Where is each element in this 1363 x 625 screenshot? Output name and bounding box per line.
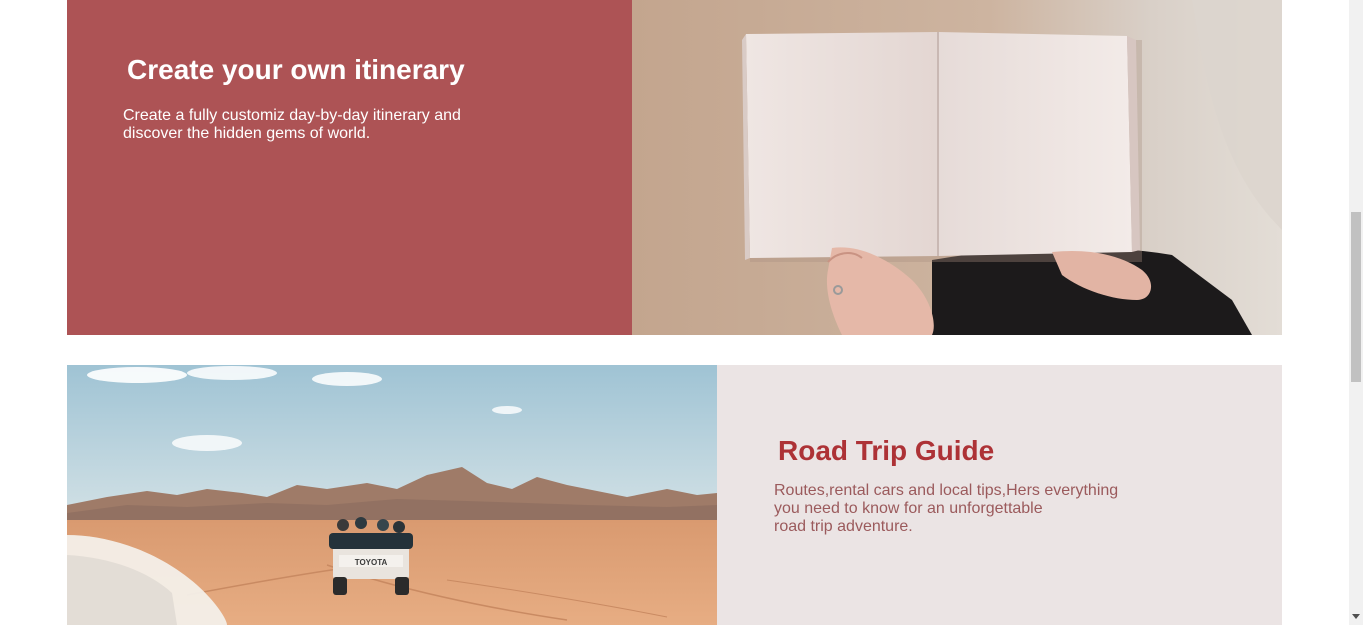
page-viewport: Create your own itinerary Create a fully… bbox=[0, 0, 1363, 625]
road-trip-text-panel: Road Trip Guide Routes,rental cars and l… bbox=[717, 365, 1282, 625]
itinerary-title: Create your own itinerary bbox=[127, 54, 465, 85]
open-book-photo bbox=[632, 0, 1282, 335]
desert-road-trip-photo: TOYOTA bbox=[67, 365, 717, 625]
scroll-down-arrow-icon[interactable] bbox=[1352, 614, 1360, 619]
svg-text:TOYOTA: TOYOTA bbox=[355, 558, 388, 567]
itinerary-section: Create your own itinerary Create a fully… bbox=[67, 0, 1282, 335]
itinerary-text-panel: Create your own itinerary Create a fully… bbox=[67, 0, 632, 335]
road-trip-description-line-2: you need to know for an unforgettable bbox=[774, 500, 1043, 517]
road-trip-description-line-1: Routes,rental cars and local tips,Hers e… bbox=[774, 482, 1119, 499]
road-trip-title: Road Trip Guide bbox=[778, 435, 995, 466]
road-trip-description-line-3: road trip adventure. bbox=[774, 518, 913, 535]
road-trip-section: TOYOTA Road Trip Guide Routes,rental car… bbox=[67, 365, 1282, 625]
scrollbar-thumb[interactable] bbox=[1351, 212, 1361, 382]
road-trip-description: Routes,rental cars and local tips,Hers e… bbox=[774, 482, 1129, 536]
vertical-scrollbar[interactable] bbox=[1349, 0, 1363, 625]
itinerary-description: Create a fully customiz day-by-day itine… bbox=[123, 107, 461, 142]
